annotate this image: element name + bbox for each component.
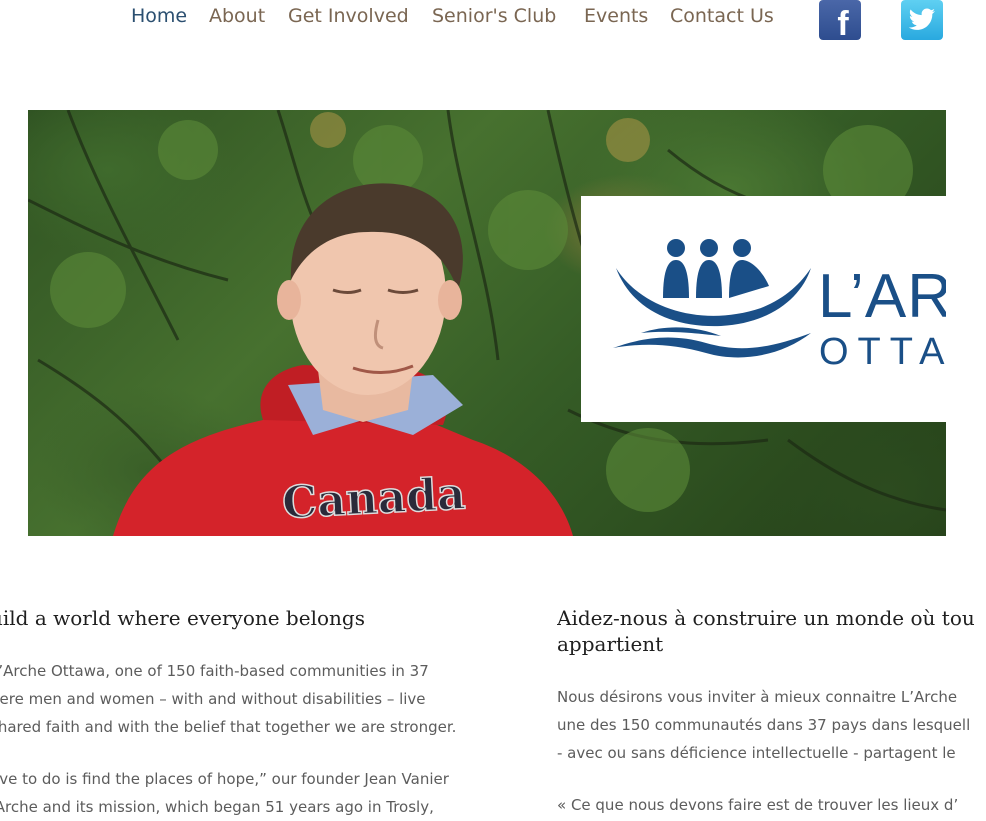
nav-about[interactable]: About: [209, 5, 265, 27]
paragraph-line: ’Arche and its mission, which began 51 y…: [0, 798, 434, 816]
nav-events[interactable]: Events: [584, 5, 648, 27]
nav-get-involved[interactable]: Get Involved: [288, 5, 409, 27]
content-english: uild a world where everyone belongs L’Ar…: [0, 605, 510, 821]
paragraph-line: « Ce que nous devons faire est de trouve…: [557, 796, 959, 814]
facebook-icon: f: [837, 4, 849, 43]
content-french: Aidez-nous à construire un monde où tou …: [557, 605, 986, 819]
larche-logo: L’ARCHE OTTAWA: [581, 196, 946, 422]
paragraph-line: une des 150 communautés dans 37 pays dan…: [557, 716, 971, 734]
heading-english: uild a world where everyone belongs: [0, 606, 365, 630]
nav-contact-us[interactable]: Contact Us: [670, 5, 774, 27]
paragraph-line: - avec ou sans déficience intellectuelle…: [557, 744, 956, 762]
top-navigation: Home About Get Involved Senior's Club Ev…: [0, 0, 986, 43]
paragraph-line: here men and women – with and without di…: [0, 690, 426, 708]
heading-french-line2: appartient: [557, 632, 664, 656]
logo-text-ottawa: OTTAWA: [819, 331, 946, 373]
paragraph-line: shared faith and with the belief that to…: [0, 718, 457, 736]
twitter-button[interactable]: [901, 0, 943, 40]
facebook-button[interactable]: f: [819, 0, 861, 43]
hero-person: Canada: [113, 183, 573, 536]
heading-french-line1: Aidez-nous à construire un monde où tou: [557, 606, 975, 630]
boat-logo-icon: [613, 239, 811, 358]
paragraph-line: ave to do is find the places of hope,” o…: [0, 770, 449, 788]
nav-seniors-club[interactable]: Senior's Club: [432, 5, 556, 27]
paragraph-line: Nous désirons vous inviter à mieux conna…: [557, 688, 958, 706]
hero-banner: Canada L’ARCHE OTTAWA: [28, 110, 946, 536]
logo-text-larche: L’ARCHE: [818, 262, 946, 331]
nav-home[interactable]: Home: [131, 5, 187, 27]
hero-shirt-text: Canada: [281, 468, 467, 529]
paragraph-line: L’Arche Ottawa, one of 150 faith-based c…: [0, 662, 429, 680]
twitter-icon: [908, 8, 935, 30]
